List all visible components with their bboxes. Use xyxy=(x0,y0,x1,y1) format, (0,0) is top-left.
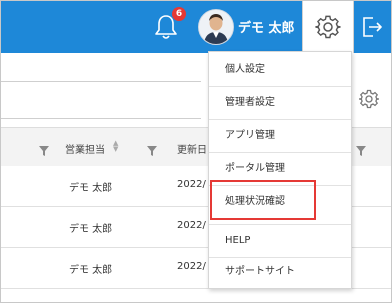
logout-icon[interactable] xyxy=(361,15,383,43)
cell-sales-rep: デモ 太郎 xyxy=(69,224,113,235)
filter-icon[interactable] xyxy=(147,141,157,160)
cell-updated: 2022/ xyxy=(177,261,206,272)
search-bar[interactable] xyxy=(1,81,201,119)
cell-sales-rep: デモ 太郎 xyxy=(69,265,113,276)
settings-button[interactable] xyxy=(302,1,354,53)
user-name[interactable]: デモ 太郎 xyxy=(238,17,295,36)
cell-updated: 2022/ xyxy=(177,179,206,190)
column-header-updated[interactable]: 更新日 xyxy=(177,141,207,156)
table-settings-gear-icon[interactable] xyxy=(358,89,380,113)
menu-item-support-site[interactable]: サポートサイト xyxy=(209,256,351,288)
notification-badge: 6 xyxy=(172,7,186,21)
menu-item-admin-settings[interactable]: 管理者設定 xyxy=(209,87,351,119)
menu-item-personal-settings[interactable]: 個人設定 xyxy=(209,54,351,86)
menu-item-help[interactable]: HELP xyxy=(209,225,351,257)
column-header-sales-rep[interactable]: 営業担当 xyxy=(65,141,105,156)
cell-updated: 2022/ xyxy=(177,220,206,231)
sort-icon[interactable]: ▲ ▼ xyxy=(113,140,118,153)
top-header-bar: 6 デモ 太郎 xyxy=(1,1,391,53)
filter-icon[interactable] xyxy=(356,141,366,160)
filter-icon[interactable] xyxy=(39,141,49,160)
cell-sales-rep: デモ 太郎 xyxy=(69,183,113,194)
highlight-box xyxy=(210,180,316,220)
user-avatar[interactable] xyxy=(198,9,234,45)
app-window: 6 デモ 太郎 営業担当 ▲ ▼ 更新日 デモ 太郎 2022/ デモ 太郎 2… xyxy=(0,0,392,303)
menu-item-app-management[interactable]: アプリ管理 xyxy=(209,120,351,152)
settings-dropdown-menu: 個人設定 管理者設定 アプリ管理 ポータル管理 処理状況確認 HELP サポート… xyxy=(208,51,352,289)
